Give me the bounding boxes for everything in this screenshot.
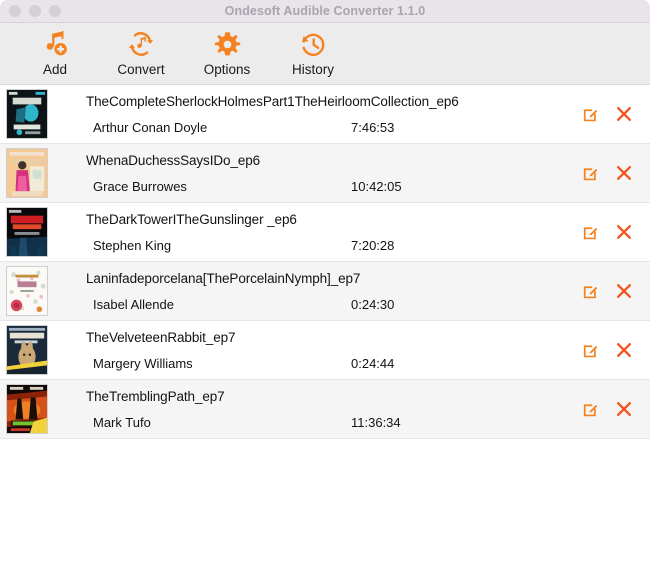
book-title: TheCompleteSherlockHolmesPart1TheHeirloo… <box>86 93 459 109</box>
book-title: WhenaDuchessSaysIDo_ep6 <box>86 152 261 168</box>
toolbar-label-convert: Convert <box>117 62 165 77</box>
convert-refresh-icon <box>126 28 156 60</box>
book-info: WhenaDuchessSaysIDo_ep6 Grace Burrowes 1… <box>86 144 581 202</box>
book-cover-thumbnail <box>6 266 48 316</box>
row-actions <box>581 105 650 123</box>
book-duration: 11:36:34 <box>351 414 401 430</box>
toolbar: Add Convert Options History <box>0 23 650 85</box>
book-author: Mark Tufo <box>93 414 151 430</box>
delete-icon[interactable] <box>615 341 633 359</box>
book-cover-thumbnail <box>6 384 48 434</box>
edit-icon[interactable] <box>581 105 599 123</box>
book-cover-thumbnail <box>6 148 48 198</box>
clock-history-icon <box>299 28 328 60</box>
app-window: Ondesoft Audible Converter 1.1.0 Add Con… <box>0 0 650 579</box>
book-info: TheDarkTowerITheGunslinger _ep6 Stephen … <box>86 203 581 261</box>
toolbar-button-options[interactable]: Options <box>184 23 270 83</box>
row-actions <box>581 223 650 241</box>
toolbar-label-options: Options <box>203 62 251 77</box>
row-actions <box>581 164 650 182</box>
title-bar: Ondesoft Audible Converter 1.1.0 <box>0 0 650 23</box>
delete-icon[interactable] <box>615 164 633 182</box>
edit-icon[interactable] <box>581 282 599 300</box>
window-title: Ondesoft Audible Converter 1.1.0 <box>224 4 426 18</box>
edit-icon[interactable] <box>581 223 599 241</box>
book-cover-thumbnail <box>6 207 48 257</box>
toolbar-button-convert[interactable]: Convert <box>98 23 184 83</box>
book-author: Isabel Allende <box>93 296 174 312</box>
book-duration: 10:42:05 <box>351 178 402 194</box>
book-info: Laninfadeporcelana[ThePorcelainNymph]_ep… <box>86 262 581 320</box>
delete-icon[interactable] <box>615 223 633 241</box>
book-cover-thumbnail <box>6 325 48 375</box>
toolbar-label-history: History <box>291 62 334 77</box>
edit-icon[interactable] <box>581 400 599 418</box>
book-info: TheTremblingPath_ep7 Mark Tufo 11:36:34 <box>86 380 581 438</box>
toolbar-button-add[interactable]: Add <box>12 23 98 83</box>
book-duration: 0:24:44 <box>351 355 395 371</box>
delete-icon[interactable] <box>615 400 633 418</box>
gear-icon <box>213 28 242 60</box>
music-note-add-icon <box>40 28 70 60</box>
book-author: Stephen King <box>93 237 172 253</box>
book-info: TheVelveteenRabbit_ep7 Margery Williams … <box>86 321 581 379</box>
book-meta: Arthur Conan Doyle 7:46:53 <box>86 120 581 135</box>
book-title: TheDarkTowerITheGunslinger _ep6 <box>86 211 297 227</box>
row-actions <box>581 282 650 300</box>
book-cover-thumbnail <box>6 89 48 139</box>
audiobook-list[interactable]: TheCompleteSherlockHolmesPart1TheHeirloo… <box>0 85 650 579</box>
book-title: TheVelveteenRabbit_ep7 <box>86 329 236 345</box>
toolbar-label-add: Add <box>42 62 68 77</box>
minimize-button[interactable] <box>29 5 41 17</box>
table-row[interactable]: TheCompleteSherlockHolmesPart1TheHeirloo… <box>0 85 650 144</box>
table-row[interactable]: TheVelveteenRabbit_ep7 Margery Williams … <box>0 321 650 380</box>
row-actions <box>581 341 650 359</box>
delete-icon[interactable] <box>615 105 633 123</box>
empty-list-area <box>0 439 650 579</box>
book-author: Arthur Conan Doyle <box>93 119 208 135</box>
delete-icon[interactable] <box>615 282 633 300</box>
edit-icon[interactable] <box>581 341 599 359</box>
row-actions <box>581 400 650 418</box>
book-author: Margery Williams <box>93 355 193 371</box>
table-row[interactable]: TheTremblingPath_ep7 Mark Tufo 11:36:34 <box>0 380 650 439</box>
toolbar-button-history[interactable]: History <box>270 23 356 83</box>
close-button[interactable] <box>9 5 21 17</box>
table-row[interactable]: WhenaDuchessSaysIDo_ep6 Grace Burrowes 1… <box>0 144 650 203</box>
book-meta: Mark Tufo 11:36:34 <box>86 415 581 430</box>
book-duration: 7:46:53 <box>351 119 395 135</box>
table-row[interactable]: TheDarkTowerITheGunslinger _ep6 Stephen … <box>0 203 650 262</box>
book-meta: Isabel Allende 0:24:30 <box>86 297 581 312</box>
book-meta: Margery Williams 0:24:44 <box>86 356 581 371</box>
zoom-button[interactable] <box>49 5 61 17</box>
book-duration: 0:24:30 <box>351 296 395 312</box>
book-duration: 7:20:28 <box>351 237 395 253</box>
book-title: TheTremblingPath_ep7 <box>86 388 225 404</box>
book-meta: Stephen King 7:20:28 <box>86 238 581 253</box>
book-author: Grace Burrowes <box>93 178 187 194</box>
book-info: TheCompleteSherlockHolmesPart1TheHeirloo… <box>86 85 581 143</box>
table-row[interactable]: Laninfadeporcelana[ThePorcelainNymph]_ep… <box>0 262 650 321</box>
book-meta: Grace Burrowes 10:42:05 <box>86 179 581 194</box>
book-title: Laninfadeporcelana[ThePorcelainNymph]_ep… <box>86 270 361 286</box>
edit-icon[interactable] <box>581 164 599 182</box>
traffic-light-group <box>9 5 61 17</box>
